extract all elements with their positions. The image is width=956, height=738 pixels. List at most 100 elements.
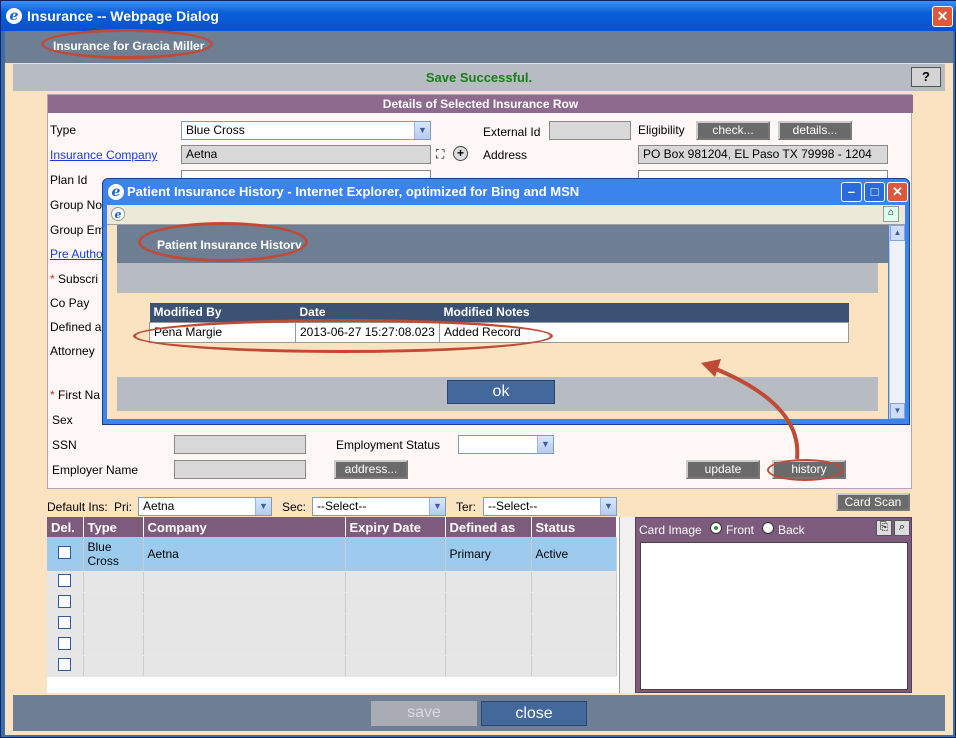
window-titlebar[interactable]: e Insurance -- Webpage Dialog ✕ bbox=[1, 1, 956, 31]
window-close-button[interactable]: ✕ bbox=[932, 6, 953, 27]
type-select[interactable]: Blue Cross ▼ bbox=[181, 121, 431, 140]
employer-name-label: Employer Name bbox=[52, 463, 139, 477]
delete-checkbox[interactable] bbox=[58, 573, 72, 587]
copay-label: Co Pay bbox=[50, 296, 90, 310]
history-header-row: Modified By Date Modified Notes bbox=[149, 303, 849, 322]
details-button[interactable]: details... bbox=[778, 121, 852, 140]
col-del[interactable]: Del. bbox=[47, 517, 84, 537]
external-id-field[interactable] bbox=[549, 121, 631, 140]
ok-button[interactable]: ok bbox=[447, 380, 555, 404]
chevron-down-icon: ▼ bbox=[414, 122, 430, 139]
window-title: Insurance -- Webpage Dialog bbox=[27, 8, 219, 24]
group-no-label: Group No bbox=[50, 198, 103, 212]
grid-scrollbar[interactable] bbox=[619, 517, 635, 693]
employment-status-select[interactable]: ▼ bbox=[458, 435, 554, 454]
pre-auth-link[interactable]: Pre Autho bbox=[50, 247, 103, 261]
subscriber-label: * Subscri bbox=[50, 272, 99, 286]
popup-titlebar[interactable]: e Patient Insurance History - Internet E… bbox=[103, 179, 909, 205]
status-bar: Save Successful. ? bbox=[13, 63, 945, 91]
back-radio-label: Back bbox=[778, 523, 805, 537]
table-row[interactable]: Blue Cross Aetna Primary Active bbox=[47, 537, 617, 572]
attorney-label: Attorney bbox=[50, 344, 95, 358]
zoom-icon[interactable]: ⌕ bbox=[894, 520, 910, 536]
help-button[interactable]: ? bbox=[911, 67, 941, 87]
sec-label: Sec: bbox=[282, 500, 307, 514]
ssn-label: SSN bbox=[52, 438, 77, 452]
compat-view-icon[interactable]: ⌂ bbox=[883, 206, 899, 222]
col-status[interactable]: Status bbox=[531, 517, 617, 537]
chevron-down-icon: ▼ bbox=[537, 436, 553, 453]
scroll-down-icon[interactable]: ▼ bbox=[890, 403, 905, 419]
card-image-viewer[interactable] bbox=[640, 542, 908, 690]
details-heading: Details of Selected Insurance Row bbox=[48, 95, 913, 113]
defined-as-label: Defined a bbox=[50, 320, 102, 334]
popup-title: Patient Insurance History - Internet Exp… bbox=[127, 184, 580, 199]
page-icon: e bbox=[111, 207, 125, 221]
card-image-panel: Card Image Front Back ⎘ ⌕ bbox=[635, 517, 912, 693]
add-icon[interactable]: + bbox=[453, 146, 468, 161]
col-modified-notes: Modified Notes bbox=[439, 303, 849, 322]
cell-defined: Primary bbox=[445, 537, 532, 572]
col-company[interactable]: Company bbox=[143, 517, 346, 537]
insurance-company-field[interactable]: Aetna bbox=[181, 145, 431, 164]
card-image-label: Card Image bbox=[639, 523, 702, 537]
primary-insurance-select[interactable]: Aetna ▼ bbox=[138, 497, 272, 516]
card-scan-button[interactable]: Card Scan bbox=[836, 493, 910, 511]
secondary-insurance-select[interactable]: --Select-- ▼ bbox=[312, 497, 446, 516]
close-button[interactable]: close bbox=[481, 701, 587, 726]
col-expiry[interactable]: Expiry Date bbox=[345, 517, 446, 537]
chevron-down-icon: ▼ bbox=[255, 498, 271, 515]
scroll-up-icon[interactable]: ▲ bbox=[890, 225, 905, 241]
table-row[interactable] bbox=[47, 655, 617, 677]
cell-expiry bbox=[345, 537, 446, 572]
type-label: Type bbox=[50, 123, 77, 137]
popup-close-icon[interactable]: ✕ bbox=[887, 182, 908, 202]
delete-checkbox[interactable] bbox=[58, 545, 72, 559]
front-radio[interactable] bbox=[710, 522, 722, 534]
cell-status: Active bbox=[531, 537, 617, 572]
minimize-icon[interactable]: – bbox=[841, 182, 862, 202]
col-type[interactable]: Type bbox=[83, 517, 144, 537]
attach-icon[interactable]: ⎘ bbox=[876, 520, 892, 536]
insurance-table: Del. Type Company Expiry Date Defined as… bbox=[47, 517, 617, 677]
back-radio[interactable] bbox=[762, 522, 774, 534]
save-button[interactable]: save bbox=[371, 701, 477, 726]
popup-scrollbar[interactable]: ▲ ▼ bbox=[889, 225, 905, 419]
ie-icon: e bbox=[108, 184, 124, 200]
tertiary-select-value: --Select-- bbox=[488, 499, 538, 513]
insurance-company-link[interactable]: Insurance Company bbox=[50, 148, 157, 162]
bottom-bar: save close bbox=[13, 695, 945, 731]
delete-checkbox[interactable] bbox=[58, 657, 72, 671]
annotation-oval bbox=[767, 459, 843, 481]
ie-icon: e bbox=[6, 8, 22, 24]
address-button[interactable]: address... bbox=[334, 460, 408, 479]
table-row[interactable] bbox=[47, 613, 617, 635]
save-status-message: Save Successful. bbox=[425, 70, 533, 85]
table-header-row: Del. Type Company Expiry Date Defined as… bbox=[47, 517, 617, 537]
employer-name-field[interactable] bbox=[174, 460, 306, 479]
table-row[interactable] bbox=[47, 592, 617, 614]
table-row[interactable] bbox=[47, 634, 617, 656]
binoculars-icon[interactable]: ⛶ bbox=[436, 147, 444, 162]
delete-checkbox[interactable] bbox=[58, 615, 72, 629]
ter-label: Ter: bbox=[456, 500, 477, 514]
sex-label: Sex bbox=[52, 413, 73, 427]
annotation-oval bbox=[41, 29, 213, 59]
plan-id-label: Plan Id bbox=[50, 173, 88, 187]
cell-type: Blue Cross bbox=[83, 537, 144, 572]
check-button[interactable]: check... bbox=[696, 121, 770, 140]
ssn-field[interactable] bbox=[174, 435, 306, 454]
delete-checkbox[interactable] bbox=[58, 636, 72, 650]
eligibility-label: Eligibility bbox=[638, 123, 685, 137]
col-defined[interactable]: Defined as bbox=[445, 517, 532, 537]
default-ins-label: Default Ins: bbox=[47, 500, 108, 514]
address-field[interactable]: PO Box 981204, EL Paso TX 79998 - 1204 bbox=[638, 145, 888, 164]
delete-checkbox[interactable] bbox=[58, 594, 72, 608]
front-radio-label: Front bbox=[726, 523, 755, 537]
cell-company: Aetna bbox=[143, 537, 346, 572]
tertiary-insurance-select[interactable]: --Select-- ▼ bbox=[483, 497, 617, 516]
maximize-icon[interactable]: □ bbox=[864, 182, 885, 202]
table-row[interactable] bbox=[47, 571, 617, 593]
first-name-label: * First Na bbox=[50, 388, 101, 402]
annotation-oval bbox=[138, 222, 308, 262]
